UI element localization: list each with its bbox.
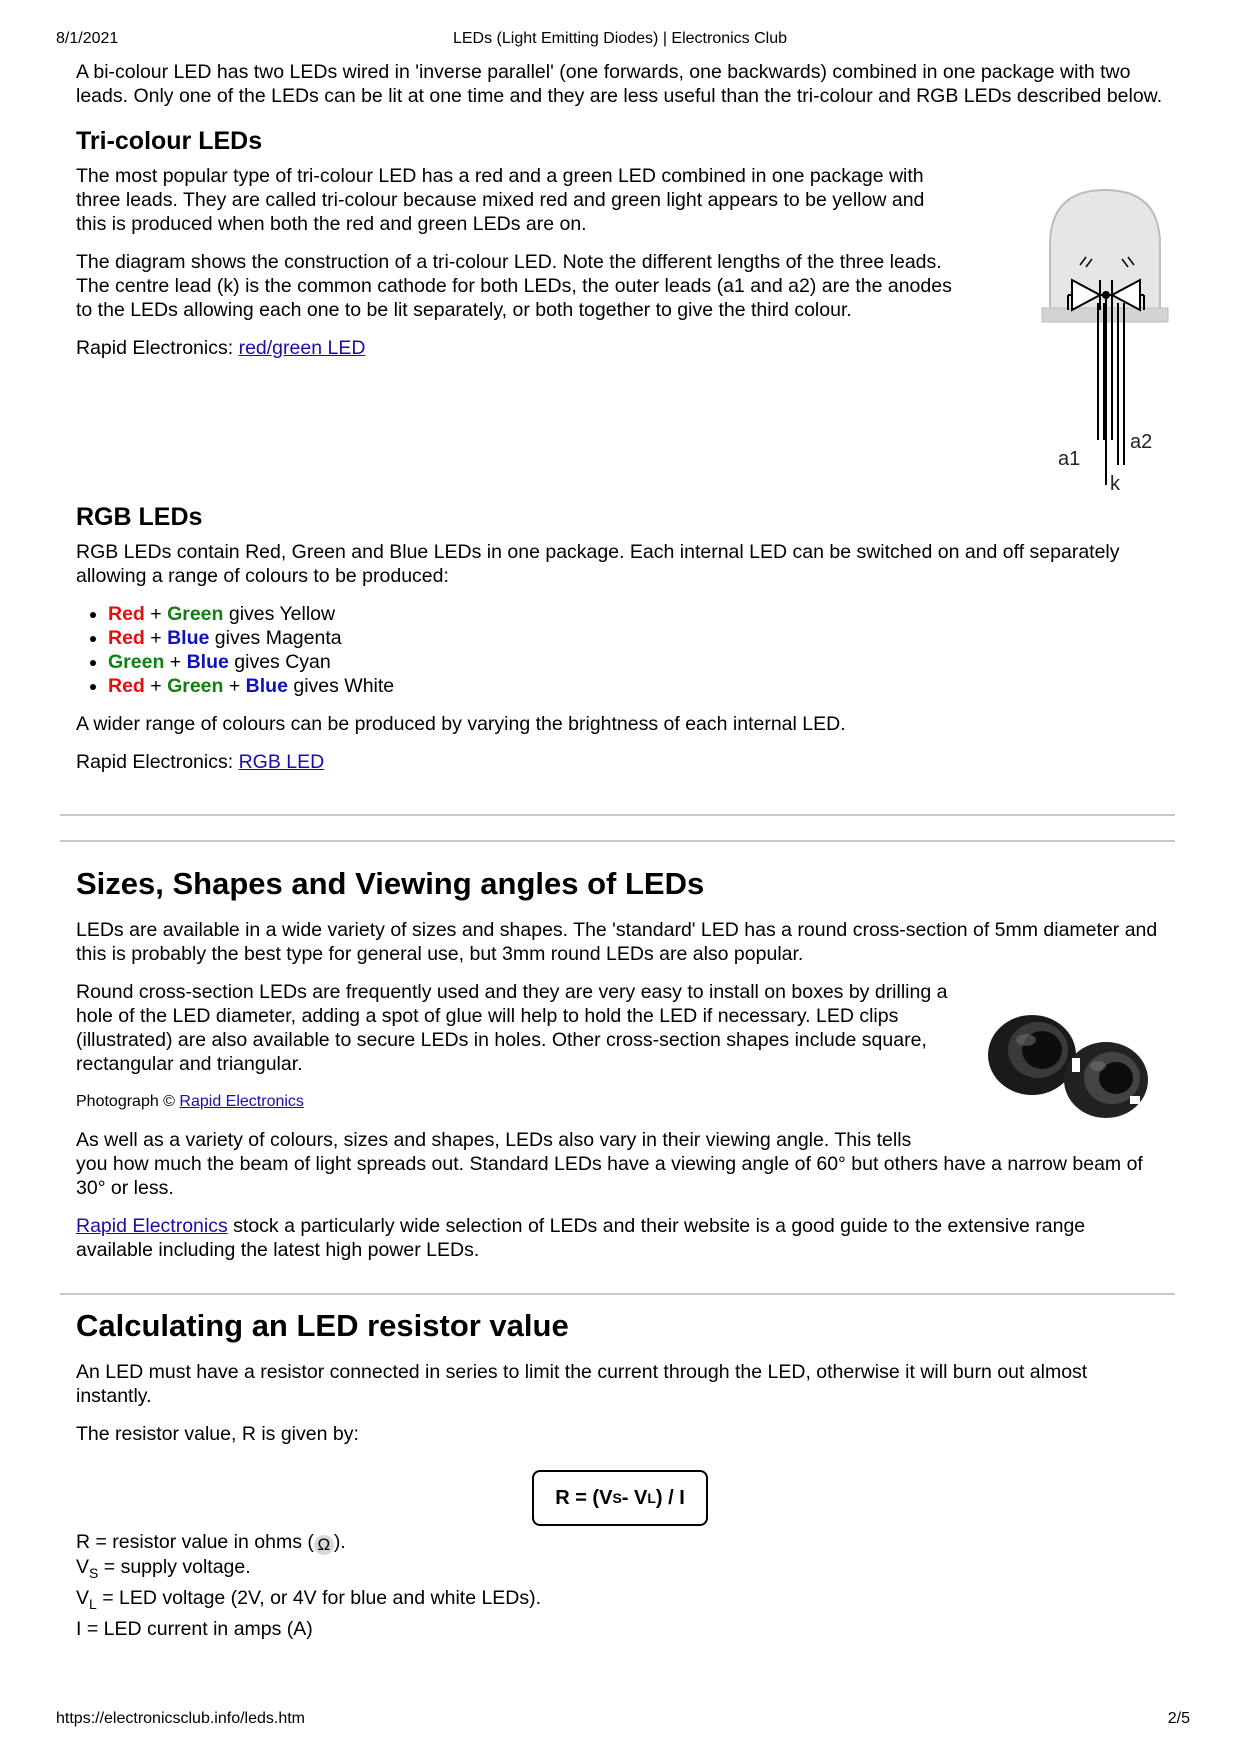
- sizes-paragraph-4: Rapid Electronics stock a particularly w…: [76, 1215, 1086, 1261]
- print-page-number: 2/5: [1167, 1710, 1190, 1727]
- sizes-paragraph-3: As well as a variety of colours, sizes a…: [76, 1129, 1143, 1199]
- sizes-paragraph-2: Round cross-section LEDs are frequently …: [76, 981, 948, 1075]
- rgb-paragraph-1: RGB LEDs contain Red, Green and Blue LED…: [76, 541, 1120, 587]
- lead-label-k: k: [1110, 473, 1121, 495]
- divider: [60, 840, 1175, 842]
- ohm-icon: Ω: [313, 1535, 334, 1555]
- resistor-formula: R = (V S - V L) / I: [532, 1470, 708, 1526]
- variable-definitions: R = resistor value in ohms (Ω). VS = sup…: [76, 1530, 1166, 1642]
- resistor-heading: Calculating an LED resistor value: [76, 1308, 569, 1343]
- tricolour-paragraph-2: The diagram shows the construction of a …: [76, 251, 952, 321]
- article-content: A bi-colour LED has two LEDs wired in 'i…: [76, 60, 1166, 1642]
- rapid-label: Rapid Electronics:: [76, 751, 239, 773]
- red-green-led-link[interactable]: red/green LED: [239, 337, 366, 359]
- colour-mix-list: Red + Green gives Yellow Red + Blue give…: [76, 602, 1166, 698]
- rgb-heading: RGB LEDs: [76, 503, 203, 531]
- resistor-paragraph-1: An LED must have a resistor connected in…: [76, 1361, 1088, 1407]
- print-page-title: LEDs (Light Emitting Diodes) | Electroni…: [452, 30, 788, 47]
- bicolour-paragraph: A bi-colour LED has two LEDs wired in 'i…: [76, 61, 1163, 107]
- tricolour-led-diagram-icon: a1 a2 k: [1041, 188, 1169, 495]
- list-item: Green + Blue gives Cyan: [108, 650, 1166, 674]
- led-clip-photo-icon: [988, 1015, 1148, 1118]
- lead-label-a2: a2: [1130, 431, 1152, 453]
- definition-vl: VL = LED voltage (2V, or 4V for blue and…: [76, 1587, 542, 1612]
- definition-r: R = resistor value in ohms (Ω).: [76, 1531, 346, 1555]
- rapid-label: Rapid Electronics:: [76, 337, 239, 359]
- sizes-paragraph-1: LEDs are available in a wide variety of …: [76, 919, 1158, 965]
- rgb-led-link[interactable]: RGB LED: [239, 751, 325, 773]
- tricolour-paragraph-1: The most popular type of tri-colour LED …: [76, 165, 925, 235]
- definition-i: I = LED current in amps (A): [76, 1618, 313, 1640]
- print-url: https://electronicsclub.info/leds.htm: [56, 1710, 306, 1727]
- tricolour-rapid-line: Rapid Electronics: red/green LED: [76, 336, 1166, 360]
- divider: [60, 1293, 1175, 1295]
- divider: [60, 814, 1175, 816]
- rapid-electronics-link[interactable]: Rapid Electronics: [76, 1215, 228, 1237]
- definition-vs: VS = supply voltage.: [76, 1556, 251, 1581]
- rgb-paragraph-2: A wider range of colours can be produced…: [76, 713, 846, 735]
- lead-label-a1: a1: [1058, 448, 1080, 470]
- list-item: Red + Green gives Yellow: [108, 602, 1166, 626]
- tricolour-heading: Tri-colour LEDs: [76, 127, 263, 155]
- sizes-heading: Sizes, Shapes and Viewing angles of LEDs: [76, 866, 705, 901]
- photo-credit-link[interactable]: Rapid Electronics: [179, 1093, 304, 1110]
- list-item: Red + Blue gives Magenta: [108, 626, 1166, 650]
- list-item: Red + Green + Blue gives White: [108, 674, 1166, 698]
- rgb-rapid-line: Rapid Electronics: RGB LED: [76, 750, 1166, 774]
- resistor-paragraph-2: The resistor value, R is given by:: [76, 1423, 359, 1445]
